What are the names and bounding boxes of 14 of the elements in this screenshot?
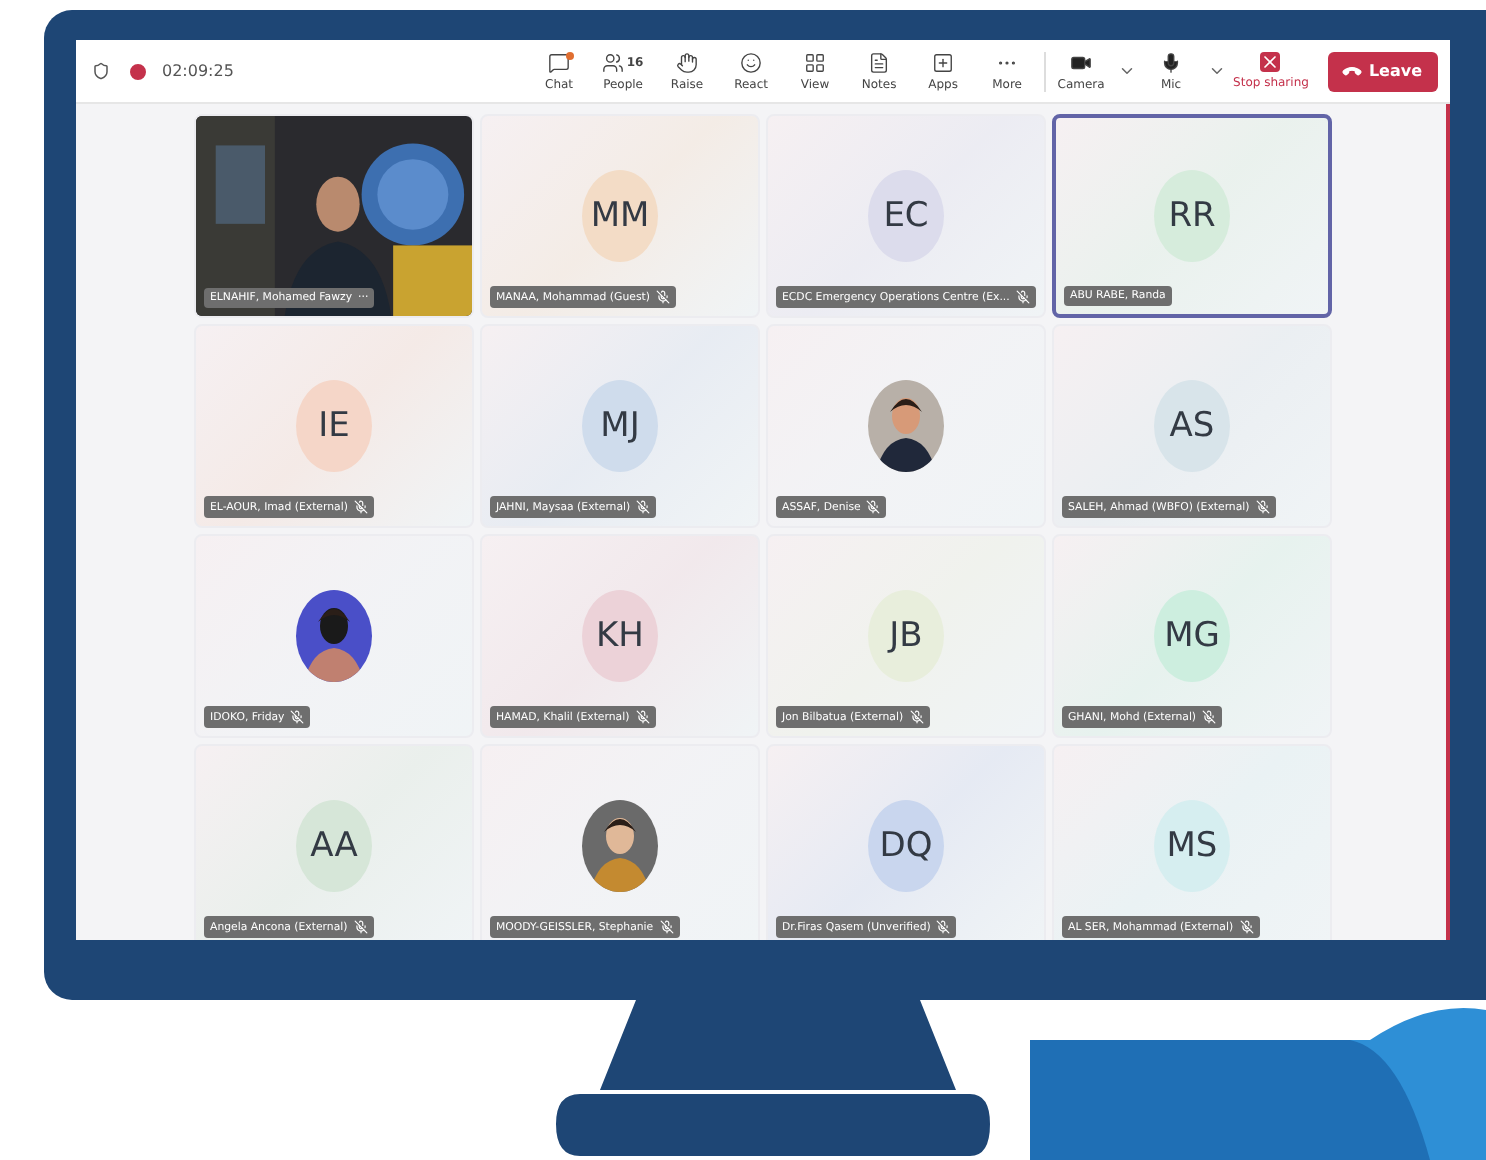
avatar: KH	[582, 590, 658, 682]
avatar: DQ	[868, 800, 944, 892]
avatar: MS	[1154, 800, 1230, 892]
avatar: IE	[296, 380, 372, 472]
leave-button[interactable]: Leave	[1328, 51, 1438, 91]
avatar: MM	[582, 170, 658, 262]
call-timer: 02:09:25	[162, 62, 234, 80]
avatar: JB	[868, 590, 944, 682]
avatar: MJ	[582, 380, 658, 472]
avatar: MG	[1154, 590, 1230, 682]
avatar: RR	[1154, 170, 1230, 262]
avatar: AS	[1154, 380, 1230, 472]
avatar: EC	[868, 170, 944, 262]
avatar: AA	[296, 800, 372, 892]
